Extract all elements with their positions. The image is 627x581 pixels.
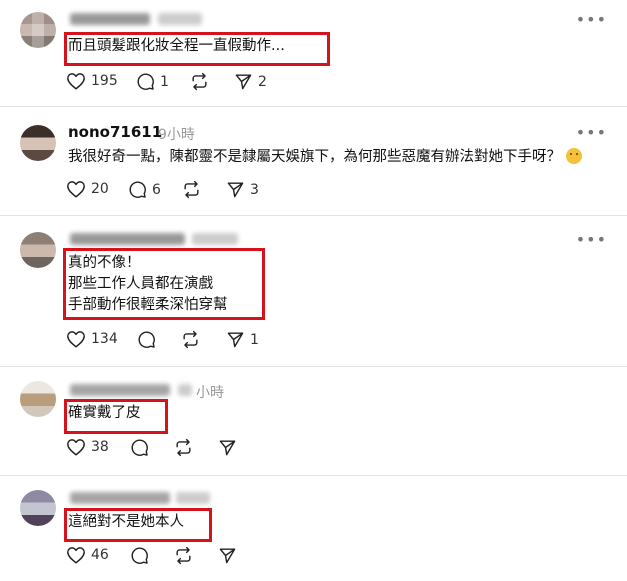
highlight-box — [64, 32, 330, 66]
send-icon — [227, 332, 244, 348]
like-count: 38 — [91, 439, 109, 455]
reply-button[interactable] — [130, 438, 149, 457]
share-count: 2 — [258, 73, 267, 90]
reply-button[interactable]: 6 — [128, 180, 161, 199]
heart-icon — [67, 439, 85, 456]
avatar[interactable] — [20, 125, 56, 161]
like-button[interactable]: 195 — [66, 72, 118, 90]
avatar[interactable] — [20, 490, 56, 526]
comment-icon — [131, 547, 148, 564]
highlight-box — [64, 508, 212, 542]
share-button[interactable]: 1 — [226, 330, 259, 349]
repost-button[interactable] — [190, 72, 209, 91]
like-button[interactable]: 38 — [66, 438, 109, 456]
post-time: 小時 — [196, 385, 224, 401]
post-1: ••• 而且頭髮跟化妝全程一直假動作... 195 1 2 — [0, 0, 627, 106]
blurred-username — [70, 233, 185, 245]
comment-icon — [138, 331, 155, 348]
post-time: 9小時 — [158, 127, 195, 143]
send-icon — [219, 548, 236, 564]
reply-count: 6 — [152, 181, 161, 198]
repost-button[interactable] — [174, 438, 193, 457]
reply-button[interactable] — [130, 546, 149, 565]
more-icon[interactable]: ••• — [576, 10, 607, 29]
share-button[interactable]: 2 — [234, 72, 267, 91]
repost-icon — [192, 72, 207, 91]
blurred-username — [70, 13, 150, 25]
repost-icon — [176, 546, 191, 565]
blurred-time — [176, 492, 210, 504]
post-5: 這絕對不是她本人 46 — [0, 476, 627, 581]
reply-button[interactable] — [137, 330, 156, 349]
like-count: 195 — [91, 73, 118, 89]
send-icon — [219, 440, 236, 456]
share-button[interactable] — [218, 546, 237, 565]
share-button[interactable]: 3 — [226, 180, 259, 199]
heart-icon — [67, 331, 85, 348]
blurred-username — [70, 492, 170, 504]
blurred-time-prefix — [178, 384, 192, 396]
more-icon[interactable]: ••• — [576, 230, 607, 249]
repost-button[interactable] — [181, 330, 200, 349]
heart-icon — [67, 73, 85, 90]
post-text: 我很好奇一點，陳都靈不是隸屬天娛旗下，為何那些惡魔有辦法對她下手呀？ — [68, 147, 582, 168]
like-button[interactable]: 20 — [66, 180, 109, 198]
like-button[interactable]: 134 — [66, 330, 118, 348]
blurred-time — [192, 233, 238, 245]
send-icon — [235, 74, 252, 90]
heart-icon — [67, 547, 85, 564]
repost-button[interactable] — [182, 180, 201, 199]
blurred-username — [70, 384, 170, 396]
post-line: 我很好奇一點，陳都靈不是隸屬天娛旗下，為何那些惡魔有辦法對她下手呀？ — [68, 149, 561, 165]
repost-icon — [176, 438, 191, 457]
thinking-face-emoji — [565, 148, 582, 164]
comment-icon — [137, 73, 154, 90]
username[interactable]: nono71611 — [68, 123, 162, 141]
highlight-box — [64, 399, 168, 434]
repost-icon — [184, 180, 199, 199]
post-2: nono71611 9小時 ••• 我很好奇一點，陳都靈不是隸屬天娛旗下，為何那… — [0, 107, 627, 215]
avatar[interactable] — [20, 232, 56, 268]
heart-icon — [67, 181, 85, 198]
highlight-box — [63, 248, 265, 320]
like-count: 46 — [91, 547, 109, 563]
reply-button[interactable]: 1 — [136, 72, 169, 91]
reply-count: 1 — [160, 73, 169, 90]
comment-icon — [129, 181, 146, 198]
post-4: 小時 確實戴了皮 38 — [0, 367, 627, 475]
repost-icon — [183, 330, 198, 349]
like-button[interactable]: 46 — [66, 546, 109, 564]
share-count: 3 — [250, 181, 259, 198]
send-icon — [227, 182, 244, 198]
avatar[interactable] — [20, 381, 56, 417]
share-count: 1 — [250, 331, 259, 348]
like-count: 134 — [91, 331, 118, 347]
share-button[interactable] — [218, 438, 237, 457]
like-count: 20 — [91, 181, 109, 197]
avatar[interactable] — [20, 12, 56, 48]
blurred-time — [158, 13, 202, 25]
more-icon[interactable]: ••• — [576, 123, 607, 142]
comment-icon — [131, 439, 148, 456]
repost-button[interactable] — [174, 546, 193, 565]
post-3: ••• 真的不像！ 那些工作人員都在演戲 手部動作很輕柔深怕穿幫 134 1 — [0, 216, 627, 366]
